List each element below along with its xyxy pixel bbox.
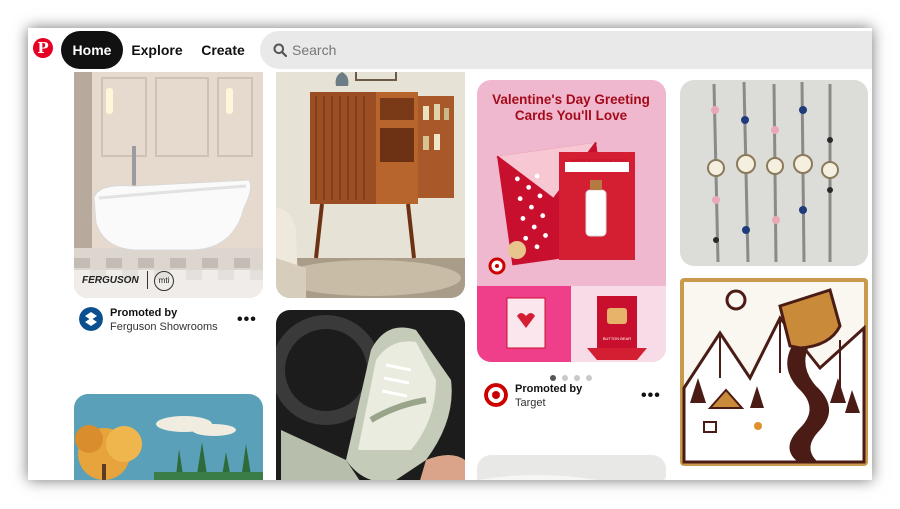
search-input[interactable] xyxy=(292,31,852,69)
carousel-dot[interactable] xyxy=(574,375,580,381)
card-greeting-text: HAPPY VALENTINE'S DAY xyxy=(570,158,628,163)
bar-cabinet-image xyxy=(276,58,465,298)
target-more-options-icon[interactable]: ••• xyxy=(641,387,661,405)
search-bar[interactable] xyxy=(260,31,872,69)
pin-coffee-mountain-print[interactable] xyxy=(680,278,868,466)
browser-window: P Home Explore Create Search FERGUSON mt… xyxy=(28,28,872,480)
bathroom-image xyxy=(74,58,263,298)
ferguson-more-options-icon[interactable]: ••• xyxy=(237,311,257,329)
nav-create-button[interactable]: Create xyxy=(194,31,252,69)
valentine-cards-image xyxy=(477,141,666,362)
pin-landscape-print[interactable] xyxy=(74,394,263,480)
target-promoted-info: Promoted by Target xyxy=(484,383,644,413)
top-navigation-bar: P Home Explore Create xyxy=(28,28,872,72)
ferguson-avatar-icon[interactable] xyxy=(79,307,103,331)
carousel-dot[interactable] xyxy=(586,375,592,381)
search-icon xyxy=(273,43,287,57)
carousel-dot[interactable] xyxy=(562,375,568,381)
pinterest-logo-icon[interactable]: P xyxy=(33,38,53,58)
pin-bathroom-bathtub[interactable]: FERGUSON mti xyxy=(74,58,263,298)
nav-home-button[interactable]: Home xyxy=(61,31,123,69)
bracelets-image xyxy=(680,80,868,266)
sneaker-image xyxy=(276,310,465,480)
nav-explore-button[interactable]: Explore xyxy=(127,31,187,69)
ferguson-promoted-info: Promoted by Ferguson Showrooms xyxy=(79,307,259,337)
pin-bedding[interactable] xyxy=(477,455,666,480)
pin-bar-cabinet[interactable] xyxy=(276,58,465,298)
target-avatar-icon[interactable] xyxy=(484,383,508,407)
pin-sneaker[interactable] xyxy=(276,310,465,480)
landscape-image xyxy=(74,394,263,480)
pin-target-valentines[interactable]: Valentine's Day Greeting Cards You'll Lo… xyxy=(477,80,666,362)
coffee-mountain-art-image xyxy=(682,282,866,464)
brand-divider xyxy=(147,271,148,289)
advertiser-name[interactable]: Ferguson Showrooms xyxy=(110,321,218,333)
promoted-by-label: Promoted by xyxy=(515,383,583,395)
bedding-image xyxy=(477,455,666,480)
mti-partner-badge: mti xyxy=(154,271,174,291)
pin-watch-bracelets[interactable] xyxy=(680,80,868,266)
promoted-by-label: Promoted by xyxy=(110,307,178,319)
advertiser-name[interactable]: Target xyxy=(515,397,546,409)
ferguson-brand-text: FERGUSON xyxy=(82,275,139,286)
carousel-dot[interactable] xyxy=(550,375,556,381)
card-bear-text: BUTTON BEAR xyxy=(602,336,632,341)
